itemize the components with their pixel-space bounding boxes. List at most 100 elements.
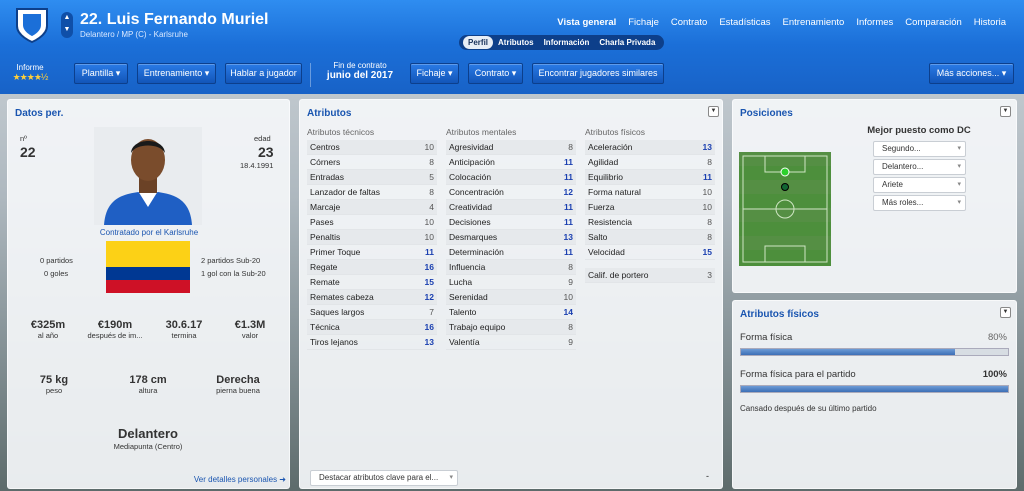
physical-attribute-row[interactable]: Salto 8	[585, 230, 715, 245]
technical-attribute-row[interactable]: Lanzador de faltas 8	[307, 185, 437, 200]
down-arrow-icon[interactable]: ▼	[61, 24, 73, 36]
position-pitch	[739, 152, 831, 266]
attributes-title: Atributos	[307, 108, 352, 119]
hablar-button[interactable]: Hablar a jugador	[225, 63, 302, 84]
mental-attribute-value: 13	[563, 232, 573, 242]
attributes-menu-icon[interactable]: ▼	[708, 106, 719, 117]
technical-attribute-row[interactable]: Saques largos 7	[307, 305, 437, 320]
physical-attribute-value: 10	[702, 202, 712, 212]
nav-contrato[interactable]: Contrato	[665, 17, 713, 28]
personal-title: Datos per.	[15, 108, 64, 119]
best-position-label: Mejor puesto como DC	[867, 125, 971, 136]
mental-attribute-row[interactable]: Desmarques 13	[446, 230, 576, 245]
nav-entrenamiento[interactable]: Entrenamiento	[777, 17, 851, 28]
encontrar-similares-button[interactable]: Encontrar jugadores similares	[532, 63, 664, 84]
technical-attribute-row[interactable]: Marcaje 4	[307, 200, 437, 215]
role-segundo-dropdown[interactable]: Segundo...	[873, 141, 966, 157]
technical-attribute-row[interactable]: Entradas 5	[307, 170, 437, 185]
technical-attribute-row[interactable]: Tiros lejanos 13	[307, 335, 437, 350]
mental-attribute-label: Determinación	[449, 247, 504, 257]
entrenamiento-button[interactable]: Entrenamiento ▾	[137, 63, 216, 84]
physical-attribute-row[interactable]: Aceleración 13	[585, 140, 715, 155]
report-rating[interactable]: Informe ★★★★½	[10, 63, 50, 83]
wage-stat: €325m al año	[22, 319, 74, 340]
technical-attribute-row[interactable]: Centros 10	[307, 140, 437, 155]
mas-acciones-button[interactable]: Más acciones... ▾	[929, 63, 1014, 84]
more-roles-dropdown[interactable]: Más roles...	[873, 195, 966, 211]
physical-attribute-row[interactable]: Forma natural 10	[585, 185, 715, 200]
mental-attribute-row[interactable]: Determinación 11	[446, 245, 576, 260]
positions-menu-icon[interactable]: ▼	[1000, 106, 1011, 117]
contrato-button[interactable]: Contrato ▾	[468, 63, 523, 84]
mental-attribute-row[interactable]: Serenidad 10	[446, 290, 576, 305]
contract-date: junio del 2017	[326, 70, 394, 81]
technical-attribute-row[interactable]: Pases 10	[307, 215, 437, 230]
tab-informacion[interactable]: Información	[539, 36, 595, 49]
mental-attribute-value: 8	[568, 142, 573, 152]
physical-attribute-row[interactable]: Resistencia 8	[585, 215, 715, 230]
technical-attribute-row[interactable]: Primer Toque 11	[307, 245, 437, 260]
role-delantero-dropdown[interactable]: Delantero...	[873, 159, 966, 175]
gk-rating-label: Calif. de portero	[588, 270, 649, 280]
net-wage-value: €190m	[97, 319, 133, 331]
value-label: valor	[241, 331, 259, 340]
mental-attribute-row[interactable]: Influencia 8	[446, 260, 576, 275]
foot-value: Derecha	[216, 374, 260, 386]
physical-attribute-row[interactable]: Agilidad 8	[585, 155, 715, 170]
tab-charla-privada[interactable]: Charla Privada	[594, 36, 660, 49]
nav-fichaje[interactable]: Fichaje	[622, 17, 665, 28]
mental-attribute-row[interactable]: Anticipación 11	[446, 155, 576, 170]
player-stepper[interactable]: ▲ ▼	[61, 12, 73, 38]
fichaje-button[interactable]: Fichaje ▾	[410, 63, 459, 84]
role-subtitle: Mediapunta (Centro)	[113, 442, 183, 451]
nav-vista-general[interactable]: Vista general	[551, 17, 622, 28]
nav-estadisticas[interactable]: Estadísticas	[713, 17, 776, 28]
personal-details-link[interactable]: Ver detalles personales ➜	[168, 475, 286, 484]
technical-attribute-label: Remates cabeza	[310, 292, 374, 302]
technical-attribute-label: Centros	[310, 142, 340, 152]
mental-attribute-value: 14	[563, 307, 573, 317]
nav-informes[interactable]: Informes	[850, 17, 899, 28]
mental-attribute-row[interactable]: Concentración 12	[446, 185, 576, 200]
fitness-menu-icon[interactable]: ▼	[1000, 307, 1011, 318]
mental-attribute-value: 9	[568, 337, 573, 347]
mental-attribute-row[interactable]: Lucha 9	[446, 275, 576, 290]
condition-label: Forma física	[740, 332, 793, 343]
signed-by-link[interactable]: Contratado por el Karlsruhe	[88, 228, 210, 237]
technical-attribute-value: 5	[429, 172, 434, 182]
mental-attribute-row[interactable]: Colocación 11	[446, 170, 576, 185]
weight-label: peso	[45, 386, 63, 395]
tab-perfil[interactable]: Perfil	[463, 36, 494, 49]
nav-historia[interactable]: Historia	[968, 17, 1012, 28]
mental-attribute-value: 11	[564, 202, 573, 212]
up-arrow-icon[interactable]: ▲	[61, 12, 73, 24]
mental-attribute-value: 10	[563, 292, 573, 302]
mental-attribute-row[interactable]: Creatividad 11	[446, 200, 576, 215]
physical-attribute-value: 10	[702, 187, 712, 197]
mental-attribute-label: Decisiones	[449, 217, 491, 227]
mental-attribute-row[interactable]: Trabajo equipo 8	[446, 320, 576, 335]
nav-comparacion[interactable]: Comparación	[899, 17, 968, 28]
technical-attribute-row[interactable]: Remates cabeza 12	[307, 290, 437, 305]
plantilla-button[interactable]: Plantilla ▾	[74, 63, 128, 84]
tab-atributos[interactable]: Atributos	[493, 36, 539, 49]
technical-attribute-label: Lanzador de faltas	[310, 187, 380, 197]
technical-attribute-row[interactable]: Remate 15	[307, 275, 437, 290]
mental-attribute-label: Serenidad	[449, 292, 488, 302]
physical-attribute-row[interactable]: Fuerza 10	[585, 200, 715, 215]
highlight-attributes-dropdown[interactable]: Destacar atributos clave para el...	[310, 470, 458, 486]
club-crest-icon	[16, 8, 48, 44]
technical-attribute-row[interactable]: Regate 16	[307, 260, 437, 275]
physical-attribute-row[interactable]: Velocidad 15	[585, 245, 715, 260]
technical-attribute-row[interactable]: Técnica 16	[307, 320, 437, 335]
mental-attribute-row[interactable]: Talento 14	[446, 305, 576, 320]
role-ariete-dropdown[interactable]: Ariete	[873, 177, 966, 193]
technical-attribute-row[interactable]: Córners 8	[307, 155, 437, 170]
mental-attribute-row[interactable]: Agresividad 8	[446, 140, 576, 155]
technical-attribute-row[interactable]: Penaltis 10	[307, 230, 437, 245]
technical-attribute-label: Entradas	[310, 172, 345, 182]
expiry-value: 30.6.17	[165, 319, 203, 331]
physical-attribute-row[interactable]: Equilibrio 11	[585, 170, 715, 185]
mental-attribute-row[interactable]: Decisiones 11	[446, 215, 576, 230]
mental-attribute-row[interactable]: Valentía 9	[446, 335, 576, 350]
